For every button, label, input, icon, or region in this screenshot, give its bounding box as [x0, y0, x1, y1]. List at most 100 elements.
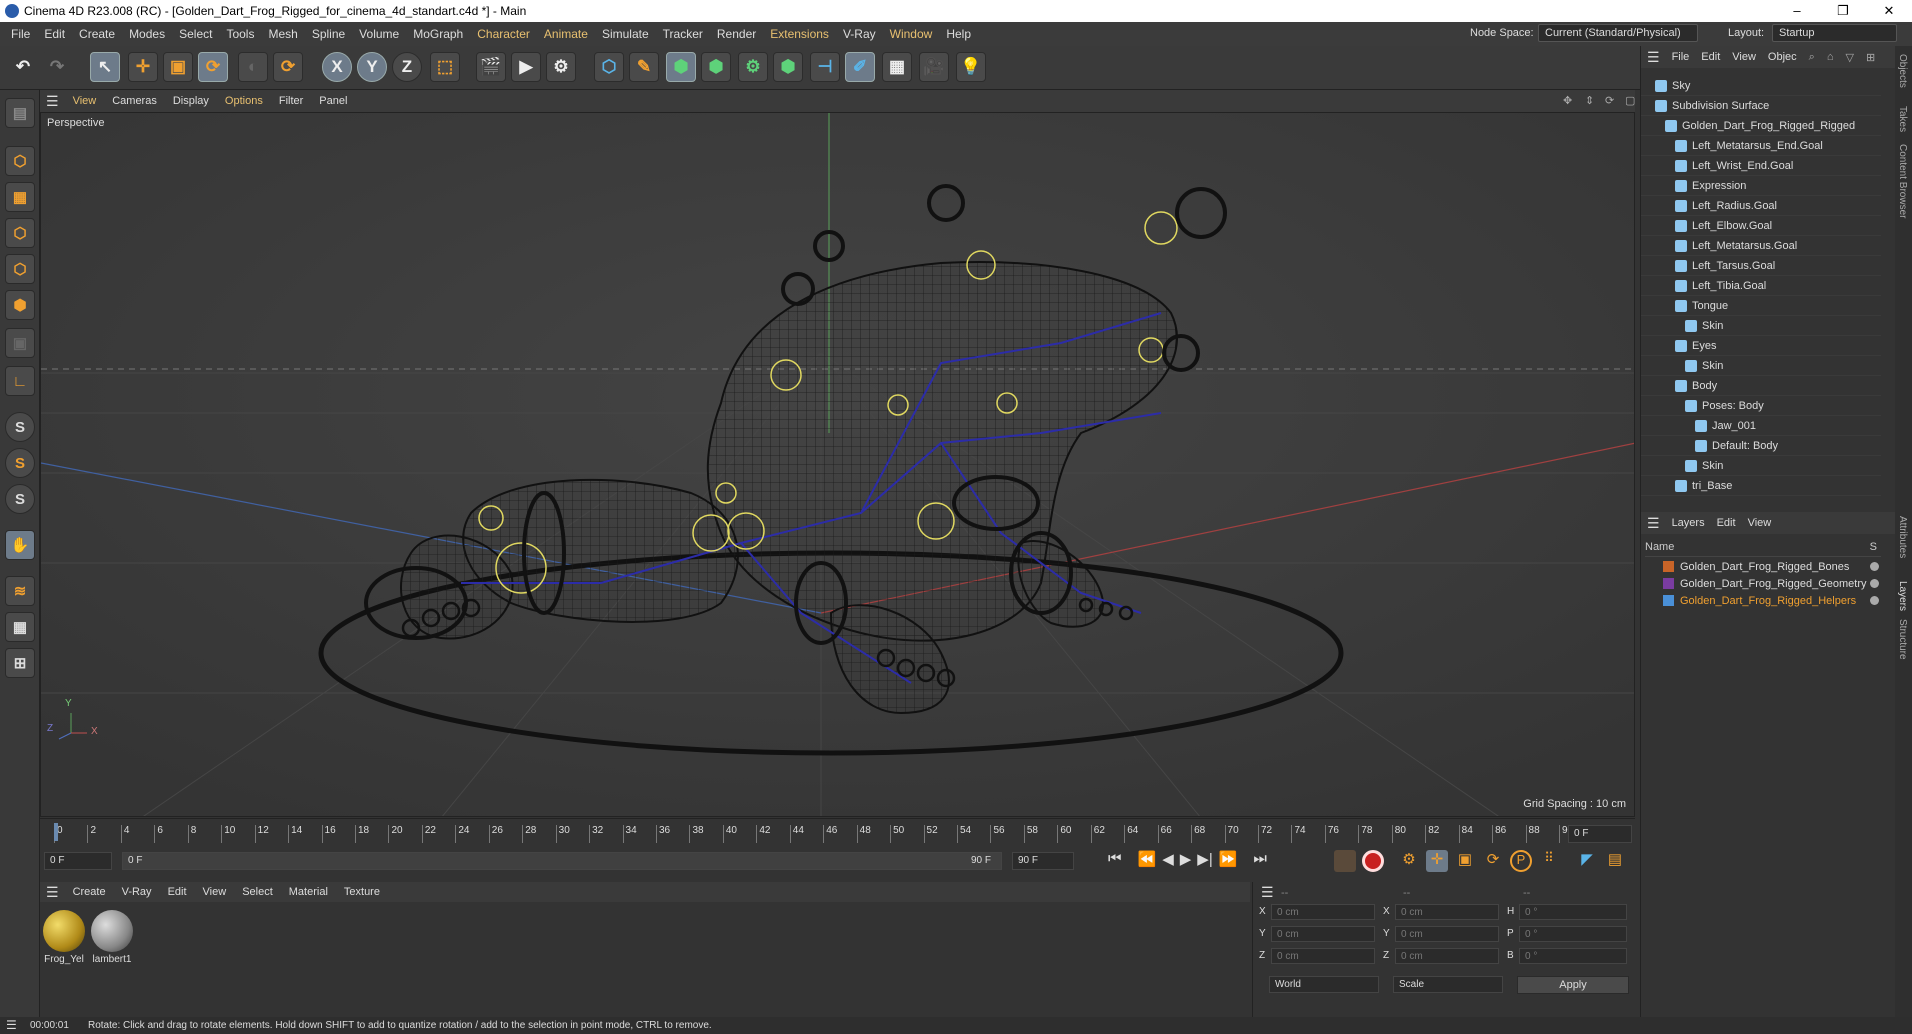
motion-tracker-icon[interactable]: ◤ — [1576, 850, 1598, 872]
object-tree-item[interactable]: Left_Radius.Goal — [1641, 196, 1881, 216]
object-tree-item[interactable]: Tongue — [1641, 296, 1881, 316]
object-tree-item[interactable]: Left_Metatarsus_End.Goal — [1641, 136, 1881, 156]
camera-button[interactable]: 🎥 — [919, 52, 949, 82]
menu-select[interactable]: Select — [172, 27, 219, 41]
material-menu-vray[interactable]: V-Ray — [114, 886, 160, 898]
coordinate-system-button[interactable]: ⬚ — [430, 52, 460, 82]
edges-mode-icon[interactable]: ⬡ — [5, 254, 35, 284]
coords-hamburger-icon[interactable]: ☰ — [1261, 884, 1274, 901]
grid-icon[interactable]: ▦ — [5, 612, 35, 642]
search-icon[interactable]: ⌕ — [1803, 51, 1821, 64]
viewport-menu-display[interactable]: Display — [165, 95, 217, 107]
menu-create[interactable]: Create — [72, 27, 122, 41]
menu-window[interactable]: Window — [883, 27, 940, 41]
snap-icon[interactable]: S — [5, 412, 35, 442]
layer-row[interactable]: Golden_Dart_Frog_Rigged_Helpers — [1641, 592, 1881, 609]
object-tree-item[interactable]: tri_Base — [1641, 476, 1881, 496]
go-to-end-icon[interactable]: ⏭ — [1253, 850, 1267, 868]
viewport-hamburger-icon[interactable]: ☰ — [40, 93, 65, 110]
lock-workplane-icon[interactable]: ⊞ — [5, 648, 35, 678]
current-frame-field[interactable]: 0 F — [1568, 825, 1632, 843]
rotation-field[interactable]: 0 ° — [1519, 948, 1627, 964]
layer-hamburger-icon[interactable]: ☰ — [1641, 515, 1666, 532]
menu-animate[interactable]: Animate — [537, 27, 595, 41]
tab-attributes[interactable]: Attributes — [1897, 516, 1908, 558]
layer-color-swatch[interactable] — [1663, 561, 1674, 572]
status-hamburger-icon[interactable]: ☰ — [6, 1018, 17, 1032]
next-frame-icon[interactable]: ▶| — [1197, 850, 1212, 868]
tab-content-browser[interactable]: Content Browser — [1897, 144, 1908, 218]
menu-simulate[interactable]: Simulate — [595, 27, 656, 41]
menu-mesh[interactable]: Mesh — [261, 27, 304, 41]
timeline-ruler[interactable]: 0 2 4 6 8 10 12 14 16 18 20 22 24 26 28 30 32 34 36 38 40 42 4… — [40, 818, 1635, 848]
menu-character[interactable]: Character — [470, 27, 537, 41]
minimize-button[interactable]: – — [1774, 0, 1820, 22]
workplane-grid-icon[interactable]: ≋ — [5, 576, 35, 606]
home-icon[interactable]: ⌂ — [1821, 51, 1840, 63]
menu-spline[interactable]: Spline — [305, 27, 352, 41]
record-icon[interactable] — [1362, 850, 1384, 872]
material-swatch[interactable]: lambert1 — [90, 910, 134, 965]
object-menu-file[interactable]: File — [1666, 51, 1696, 63]
object-tree-item[interactable]: Left_Metatarsus.Goal — [1641, 236, 1881, 256]
material-menu-edit[interactable]: Edit — [160, 886, 195, 898]
object-tree-item[interactable]: Jaw_001 — [1641, 416, 1881, 436]
preview-range-slider[interactable]: 0 F 90 F — [122, 852, 1002, 870]
material-menu-material[interactable]: Material — [281, 886, 336, 898]
object-tree-item[interactable]: Subdivision Surface — [1641, 96, 1881, 116]
position-field[interactable]: 0 cm — [1271, 904, 1375, 920]
coordinate-mode-dropdown[interactable]: World — [1269, 976, 1379, 993]
key-selection-icon[interactable]: ⚙ — [1398, 850, 1420, 872]
uv-mode-icon[interactable]: ▣ — [5, 328, 35, 358]
subdivision-button[interactable]: ⬢ — [666, 52, 696, 82]
menu-edit[interactable]: Edit — [37, 27, 72, 41]
menu-file[interactable]: File — [4, 27, 37, 41]
object-tree-item[interactable]: Skin — [1641, 456, 1881, 476]
cube-object-button[interactable]: ⬡ — [594, 52, 624, 82]
object-tree-item[interactable]: Skin — [1641, 356, 1881, 376]
menu-v-ray[interactable]: V-Ray — [836, 27, 883, 41]
array-button[interactable]: ⬢ — [773, 52, 803, 82]
render-picture-viewer-button[interactable]: ▶ — [511, 52, 541, 82]
x-axis-lock-button[interactable]: X — [322, 52, 352, 82]
position-field[interactable]: 0 cm — [1271, 926, 1375, 942]
maximize-button[interactable]: ❐ — [1820, 0, 1866, 22]
tab-objects[interactable]: Objects — [1897, 54, 1908, 88]
menu-volume[interactable]: Volume — [352, 27, 406, 41]
key-rotation-icon[interactable]: ⟳ — [1482, 850, 1504, 872]
layer-color-swatch[interactable] — [1663, 578, 1674, 589]
material-menu-select[interactable]: Select — [234, 886, 281, 898]
layer-menu-edit[interactable]: Edit — [1711, 517, 1742, 529]
object-tree-item[interactable]: Sky — [1641, 76, 1881, 96]
start-frame-field[interactable]: 0 F — [44, 852, 112, 870]
quantize-icon[interactable]: S — [5, 484, 35, 514]
material-menu-texture[interactable]: Texture — [336, 886, 388, 898]
workplane-icon[interactable]: ∟ — [5, 366, 35, 396]
reset-transform-button[interactable]: ⟳ — [273, 52, 303, 82]
move-tool-button[interactable]: ✛ — [128, 52, 158, 82]
viewport-menu-view[interactable]: View — [65, 95, 105, 107]
scale-tool-button[interactable]: ▣ — [163, 52, 193, 82]
object-menu-view[interactable]: View — [1726, 51, 1762, 63]
node-space-dropdown[interactable]: Current (Standard/Physical) — [1538, 24, 1698, 42]
material-menu-create[interactable]: Create — [65, 886, 114, 898]
layer-solo-toggle[interactable] — [1870, 562, 1879, 571]
layer-menu-layers[interactable]: Layers — [1666, 517, 1711, 529]
key-parameter-icon[interactable]: P — [1510, 850, 1532, 872]
play-icon[interactable]: ▶ — [1180, 850, 1192, 868]
layer-row[interactable]: Golden_Dart_Frog_Rigged_Geometry — [1641, 575, 1881, 592]
texture-mode-icon[interactable]: ▦ — [5, 182, 35, 212]
perspective-viewport[interactable]: Y Z X Perspective Grid Spacing : 10 cm — [40, 112, 1635, 817]
viewport-menu-panel[interactable]: Panel — [311, 95, 355, 107]
position-field[interactable]: 0 cm — [1271, 948, 1375, 964]
z-axis-lock-button[interactable]: Z — [392, 52, 422, 82]
previous-frame-icon[interactable]: ◀ — [1162, 850, 1174, 868]
polygons-mode-icon[interactable]: ⬢ — [5, 290, 35, 320]
points-mode-icon[interactable]: ⬡ — [5, 218, 35, 248]
size-field[interactable]: 0 cm — [1395, 904, 1499, 920]
rotate-tool-button[interactable]: ⟳ — [198, 52, 228, 82]
pen-spline-button[interactable]: ✎ — [629, 52, 659, 82]
key-scale-icon[interactable]: ▣ — [1454, 850, 1476, 872]
object-tree-item[interactable]: Body — [1641, 376, 1881, 396]
extrude-generator-button[interactable]: ⬢ — [701, 52, 731, 82]
